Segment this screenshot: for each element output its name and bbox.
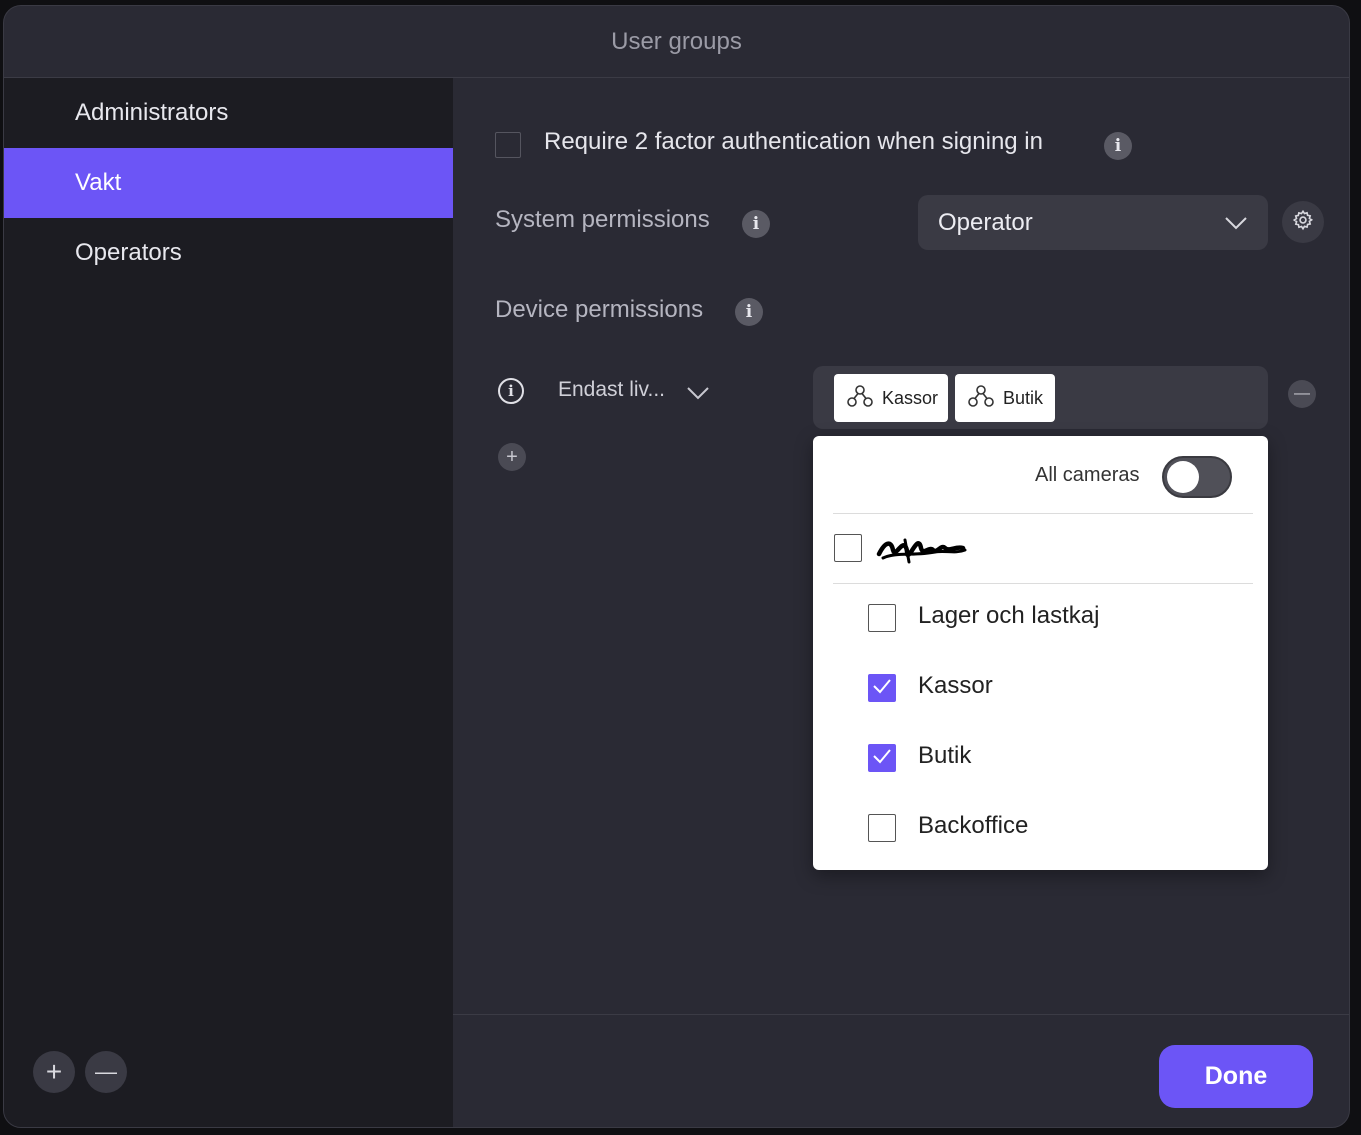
dialog-title: User groups	[611, 27, 742, 55]
chevron-down-icon	[1224, 209, 1248, 237]
chip-label: Kassor	[882, 387, 939, 408]
camera-group-label: Butik	[918, 742, 972, 769]
device-permissions-label: Device permissions	[495, 296, 704, 323]
chip-label: Butik	[1003, 387, 1044, 408]
footer-divider	[453, 1014, 1349, 1015]
device-permissions-info-icon[interactable]: i	[735, 298, 763, 326]
camera-group-checkbox-kassor[interactable]	[868, 674, 896, 702]
system-permissions-value: Operator	[938, 208, 1033, 236]
sidebar-item-administrators[interactable]: Administrators	[4, 78, 453, 148]
add-group-button[interactable]: +	[33, 1051, 75, 1093]
device-chip-butik[interactable]: Butik	[955, 374, 1055, 422]
minus-icon: —	[1294, 385, 1310, 402]
group-list-sidebar: Administrators Vakt Operators + —	[4, 78, 453, 1127]
all-cameras-label: All cameras	[1035, 464, 1140, 486]
sidebar-item-label: Operators	[75, 239, 182, 266]
gear-icon	[1292, 209, 1314, 236]
device-groups-selector[interactable]: Kassor Butik	[813, 366, 1268, 429]
check-icon	[872, 748, 892, 769]
divider	[833, 583, 1253, 584]
system-permissions-info-icon[interactable]: i	[742, 210, 770, 238]
device-chip-kassor[interactable]: Kassor	[834, 374, 948, 422]
group-settings-panel: Require 2 factor authentication when sig…	[453, 78, 1349, 1127]
camera-group-checkbox-lager[interactable]	[868, 604, 896, 632]
device-role-value: Endast liv...	[558, 378, 665, 401]
minus-icon: —	[95, 1059, 117, 1084]
check-icon	[872, 678, 892, 699]
dialog-titlebar: User groups	[4, 6, 1349, 78]
sidebar-item-label: Vakt	[75, 169, 122, 196]
camera-group-label: Kassor	[918, 672, 993, 699]
camera-group-checkbox-butik[interactable]	[868, 744, 896, 772]
chevron-down-icon	[686, 382, 710, 406]
camera-group-checkbox-backoffice[interactable]	[868, 814, 896, 842]
done-button-label: Done	[1204, 1062, 1268, 1090]
all-cameras-toggle[interactable]	[1162, 456, 1232, 498]
toggle-knob	[1167, 461, 1199, 493]
sidebar-item-label: Administrators	[75, 99, 229, 126]
device-group-icon	[967, 384, 995, 413]
device-role-select[interactable]: Endast liv...	[558, 378, 709, 402]
remove-device-permission-button[interactable]: —	[1288, 380, 1316, 408]
user-groups-dialog: User groups Administrators Vakt Operator…	[3, 5, 1350, 1128]
device-group-icon	[846, 384, 874, 413]
plus-icon: +	[45, 1056, 63, 1087]
camera-group-label: Lager och lastkaj	[918, 602, 1100, 629]
system-permissions-settings-button[interactable]	[1282, 201, 1324, 243]
system-permissions-select[interactable]: Operator	[918, 195, 1268, 250]
add-device-permission-button[interactable]: +	[498, 443, 526, 471]
two-factor-label: Require 2 factor authentication when sig…	[544, 128, 1043, 155]
divider	[833, 513, 1253, 514]
redacted-signature	[875, 532, 970, 571]
two-factor-info-icon[interactable]: i	[1104, 132, 1132, 160]
device-row-info-icon[interactable]: i	[498, 378, 524, 404]
camera-group-label: Backoffice	[918, 812, 1029, 839]
root-site-checkbox[interactable]	[834, 534, 862, 562]
sidebar-item-vakt[interactable]: Vakt	[4, 148, 453, 218]
camera-group-dropdown: All cameras Lager och lastkaj Kassor But…	[813, 436, 1268, 870]
system-permissions-label: System permissions	[495, 206, 710, 233]
done-button[interactable]: Done	[1159, 1045, 1313, 1108]
remove-group-button[interactable]: —	[85, 1051, 127, 1093]
two-factor-checkbox[interactable]	[495, 132, 521, 158]
plus-icon: +	[506, 446, 518, 468]
sidebar-item-operators[interactable]: Operators	[4, 218, 453, 288]
